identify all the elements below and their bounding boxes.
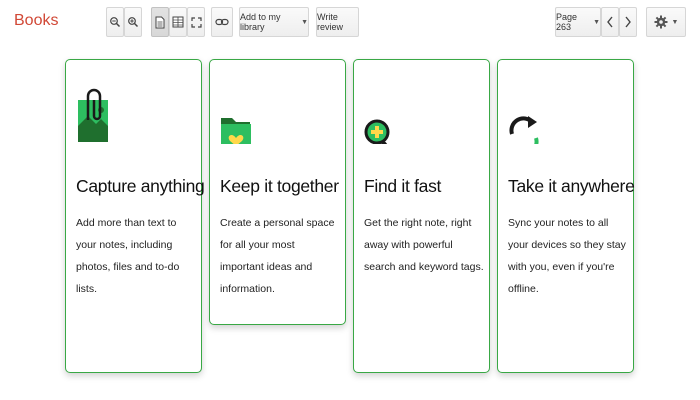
- gear-icon: [654, 15, 668, 29]
- card-title: Capture anything: [76, 176, 205, 196]
- fullscreen-button[interactable]: [187, 7, 205, 37]
- card-title: Take it anywhere: [508, 176, 635, 196]
- chevron-left-icon: [607, 16, 613, 28]
- folder-heart-icon: [221, 118, 251, 144]
- zoom-out-icon: [110, 17, 121, 28]
- card-title: Keep it together: [220, 176, 339, 196]
- card-description: Sync your notes to all your devices so t…: [508, 217, 626, 295]
- settings-button[interactable]: ▼: [646, 7, 686, 37]
- single-page-view-button[interactable]: [151, 7, 169, 37]
- two-page-icon: [172, 16, 184, 28]
- zoom-in-icon: [128, 17, 139, 28]
- zoom-out-button[interactable]: [106, 7, 124, 37]
- toolbar: Books Add to my library ▼ Write review P…: [0, 0, 700, 46]
- feature-card-capture: Capture anything Add more than text to y…: [65, 59, 205, 373]
- previous-page-button[interactable]: [601, 7, 619, 37]
- link-button[interactable]: [211, 7, 233, 37]
- chevron-down-icon: ▼: [671, 18, 679, 26]
- single-page-icon: [155, 16, 165, 28]
- paperclip-image-icon: [78, 88, 108, 142]
- card-description: Add more than text to your notes, includ…: [76, 217, 180, 295]
- card-title: Find it fast: [364, 176, 442, 196]
- write-review-label: Write review: [317, 12, 344, 32]
- link-icon: [215, 18, 229, 26]
- feature-card-find: Find it fast Get the right note, right a…: [353, 59, 490, 373]
- next-page-button[interactable]: [619, 7, 637, 37]
- fullscreen-icon: [190, 16, 202, 28]
- two-page-view-button[interactable]: [169, 7, 187, 37]
- add-to-library-label: Add to my library: [240, 12, 281, 32]
- feature-card-anywhere: Take it anywhere Sync your notes to all …: [497, 59, 635, 373]
- page-selector[interactable]: Page 263 ▼: [555, 7, 601, 37]
- write-review-button[interactable]: Write review: [316, 7, 359, 37]
- sync-icon: [509, 116, 539, 144]
- feature-card-together: Keep it together Create a personal space…: [209, 59, 346, 325]
- chevron-right-icon: [625, 16, 631, 28]
- magnifier-icon: [364, 119, 390, 144]
- app-title[interactable]: Books: [14, 12, 58, 30]
- page-label: Page 263: [556, 12, 578, 32]
- card-description: Create a personal space for all your mos…: [220, 217, 335, 295]
- chevron-down-icon: ▼: [301, 18, 308, 26]
- add-to-library-button[interactable]: Add to my library ▼: [239, 7, 309, 37]
- zoom-in-button[interactable]: [124, 7, 142, 37]
- chevron-down-icon: ▼: [593, 18, 600, 26]
- card-description: Get the right note, right away with powe…: [364, 217, 484, 273]
